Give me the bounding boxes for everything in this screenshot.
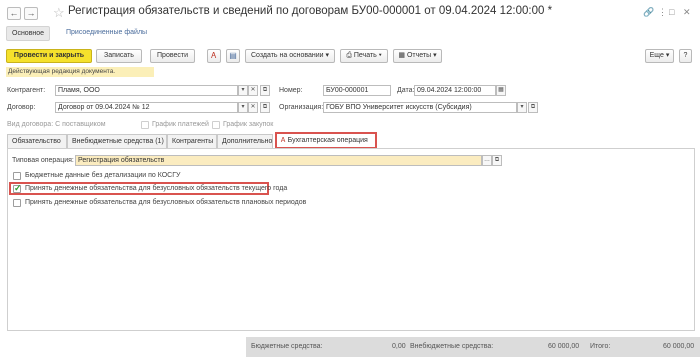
budget-no-kosgu-checkbox[interactable] — [13, 172, 21, 180]
tab-obligation[interactable]: Обязательство — [7, 134, 67, 148]
maximize-icon[interactable]: □ — [669, 7, 674, 17]
budget-no-kosgu-label: Бюджетные данные без детализации по КОСГ… — [25, 172, 181, 179]
favorite-star-icon[interactable]: ☆ — [53, 5, 65, 21]
journal-icon[interactable]: ▤ — [226, 49, 240, 63]
counterparty-open[interactable]: ⧉ — [260, 85, 270, 96]
tab-accounting-operation[interactable]: Ꭺ Бухгалтерская операция — [275, 132, 377, 149]
total-value: 60 000,00 — [663, 343, 695, 350]
back-button[interactable]: ← — [7, 7, 21, 20]
help-button[interactable]: ? — [679, 49, 692, 63]
organization-field[interactable]: ГОБУ ВПО Университет искусств (Субсидия) — [323, 102, 517, 113]
contract-dropdown[interactable]: ▾ — [238, 102, 248, 113]
tab-extrabudget-funds[interactable]: Внебюджетные средства (1) — [67, 134, 167, 148]
date-field[interactable]: 09.04.2024 12:00:00 — [414, 85, 496, 96]
contract-open[interactable]: ⧉ — [260, 102, 270, 113]
purchases-schedule-checkbox[interactable] — [212, 121, 220, 129]
tab-additional[interactable]: Дополнительно — [217, 134, 273, 148]
counterparty-clear[interactable]: ✕ — [248, 85, 258, 96]
budget-label: Бюджетные средства: — [251, 343, 323, 350]
tab-counterparties[interactable]: Контрагенты — [167, 134, 217, 148]
current-year-obligations-checkbox[interactable] — [13, 183, 22, 194]
tab-accounting-operation-label: Бухгалтерская операция — [287, 137, 368, 144]
document-notice: Действующая редакция документа. — [6, 67, 154, 77]
current-year-obligations-label: Принять денежные обязательства для безус… — [25, 185, 288, 192]
print-button[interactable]: ⎙ Печать ▾ — [340, 49, 388, 63]
reports-button[interactable]: ▦ Отчеты ▾ — [393, 49, 442, 63]
counterparty-label: Контрагент: — [7, 87, 46, 94]
counterparty-field[interactable]: Пламя, ООО — [55, 85, 238, 96]
operation-field[interactable]: Регистрация обязательств — [75, 155, 482, 166]
organization-open[interactable]: ⧉ — [528, 102, 538, 113]
date-label: Дата: — [397, 87, 415, 94]
operation-label: Типовая операция: — [12, 157, 74, 164]
operation-select-button[interactable]: … — [482, 155, 492, 166]
budget-value: 0,00 — [392, 343, 406, 350]
post-button[interactable]: Провести — [150, 49, 195, 63]
extrabudget-label: Внебюджетные средства: — [410, 343, 494, 350]
contract-field[interactable]: Договор от 09.04.2024 № 12 — [55, 102, 238, 113]
close-icon[interactable]: ✕ — [683, 7, 691, 18]
tab-attached-files[interactable]: Присоединенные файлы — [66, 29, 147, 36]
forward-button[interactable]: → — [24, 7, 38, 20]
counterparty-dropdown[interactable]: ▾ — [238, 85, 248, 96]
contract-label: Договор: — [7, 104, 36, 111]
payments-schedule-checkbox[interactable] — [141, 121, 149, 129]
tab-main[interactable]: Основное — [6, 26, 51, 41]
organization-label: Организация: — [279, 104, 324, 111]
more-icon[interactable]: ⋮ — [658, 7, 667, 18]
window-title: Регистрация обязательств и сведений по д… — [68, 5, 553, 17]
contract-type-text: Вид договора: С поставщиком — [7, 121, 106, 128]
total-label: Итого: — [590, 343, 611, 350]
more-actions-button[interactable]: Еще ▾ — [645, 49, 674, 63]
number-field[interactable]: БУ00-000001 — [323, 85, 391, 96]
contract-clear[interactable]: ✕ — [248, 102, 258, 113]
calendar-icon[interactable]: ▦ — [496, 85, 506, 96]
link-icon[interactable]: 🔗 — [643, 7, 654, 18]
number-label: Номер: — [279, 87, 303, 94]
save-button[interactable]: Записать — [96, 49, 142, 63]
create-based-on-button[interactable]: Создать на основании ▾ — [245, 49, 335, 63]
operation-open[interactable]: ⧉ — [492, 155, 502, 166]
organization-dropdown[interactable]: ▾ — [517, 102, 527, 113]
accounting-operation-icon: Ꭺ — [281, 137, 286, 144]
accounting-entries-icon[interactable]: Ꭺ — [207, 49, 221, 63]
payments-schedule-label: График платежей — [152, 121, 209, 128]
post-and-close-button[interactable]: Провести и закрыть — [6, 49, 92, 63]
planned-periods-label: Принять денежные обязательства для безус… — [25, 199, 307, 206]
extrabudget-value: 60 000,00 — [548, 343, 580, 350]
planned-periods-checkbox[interactable] — [13, 199, 21, 207]
purchases-schedule-label: График закупок — [223, 121, 274, 128]
